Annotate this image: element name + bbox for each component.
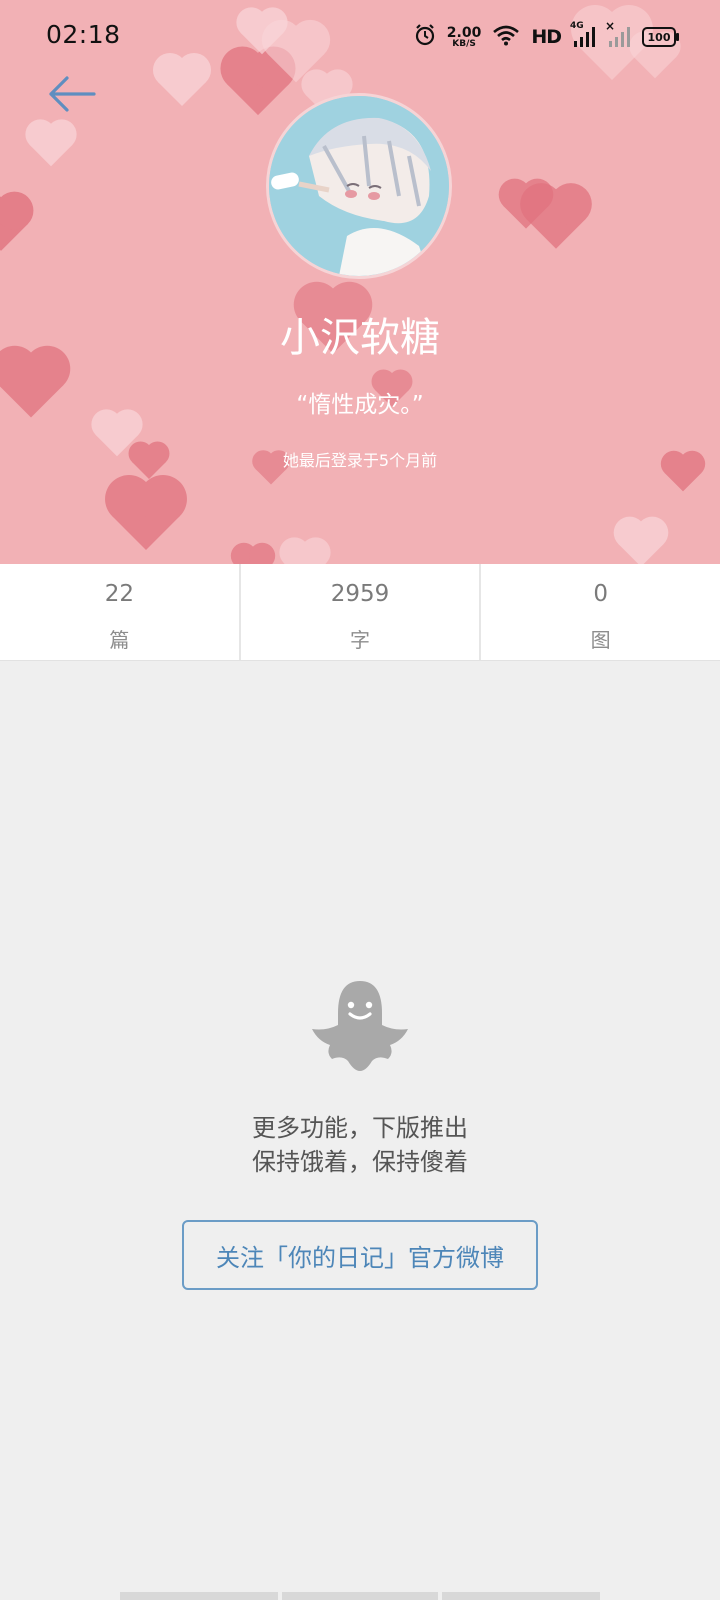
heart-decoration — [0, 197, 28, 251]
heart-decoration — [112, 482, 180, 550]
network-speed: 2.00 KB/S — [447, 26, 482, 49]
stats-bar: 22 篇 2959 字 0 图 — [0, 564, 720, 661]
alarm-icon — [414, 23, 436, 51]
speed-value: 2.00 — [446, 24, 482, 41]
last-login-text: 她最后登录于5个月前 — [282, 451, 438, 470]
avatar[interactable] — [266, 93, 452, 279]
hd-label: HD — [531, 26, 562, 48]
status-bar: 02:18 2.00 KB/S HD 4G × 100 — [0, 0, 720, 72]
arrow-left-icon — [46, 74, 98, 118]
profile-screen: 02:18 2.00 KB/S HD 4G × 100 小沢软糖 “惰性成灾。”… — [0, 0, 720, 1600]
status-icons: 2.00 KB/S HD 4G × 100 — [414, 19, 679, 52]
stat-posts[interactable]: 22 篇 — [0, 564, 241, 660]
empty-message-line1: 更多功能，下版推出 — [252, 1114, 468, 1142]
bottom-bar-segment — [442, 1592, 600, 1600]
status-time: 02:18 — [46, 20, 121, 49]
battery-icon: 100 — [642, 27, 679, 47]
stat-words[interactable]: 2959 字 — [241, 564, 482, 660]
heart-decoration — [29, 123, 73, 167]
heart-decoration — [234, 546, 272, 564]
stat-value: 0 — [593, 581, 608, 607]
bottom-bar-segment — [120, 1592, 278, 1600]
wifi-icon — [492, 24, 520, 50]
heart-decoration — [283, 541, 327, 564]
profile-motto: “惰性成灾。” — [296, 392, 424, 418]
signal-icon: × — [605, 19, 631, 49]
profile-name: 小沢软糖 — [280, 315, 440, 361]
stat-value: 22 — [104, 581, 134, 607]
ghost-icon — [308, 975, 412, 1075]
signal-icon: 4G — [570, 21, 596, 49]
network-label: 4G — [570, 21, 584, 31]
speed-unit: KB/S — [452, 38, 476, 49]
no-signal-mark: × — [605, 19, 616, 33]
heart-decoration — [618, 521, 664, 564]
heart-decoration — [526, 189, 586, 249]
avatar-illustration — [269, 96, 449, 276]
empty-message-line2: 保持饿着，保持傻着 — [252, 1148, 468, 1176]
stat-label: 图 — [590, 628, 611, 652]
stat-label: 篇 — [109, 628, 130, 652]
profile-header: 02:18 2.00 KB/S HD 4G × 100 小沢软糖 “惰性成灾。”… — [0, 0, 720, 564]
stat-value: 2959 — [330, 581, 390, 607]
follow-weibo-button[interactable]: 关注「你的日记」官方微博 — [182, 1220, 538, 1290]
stat-images[interactable]: 0 图 — [481, 564, 720, 660]
bottom-bar-segment — [282, 1592, 438, 1600]
stat-label: 字 — [350, 628, 370, 652]
back-button[interactable] — [40, 70, 104, 122]
